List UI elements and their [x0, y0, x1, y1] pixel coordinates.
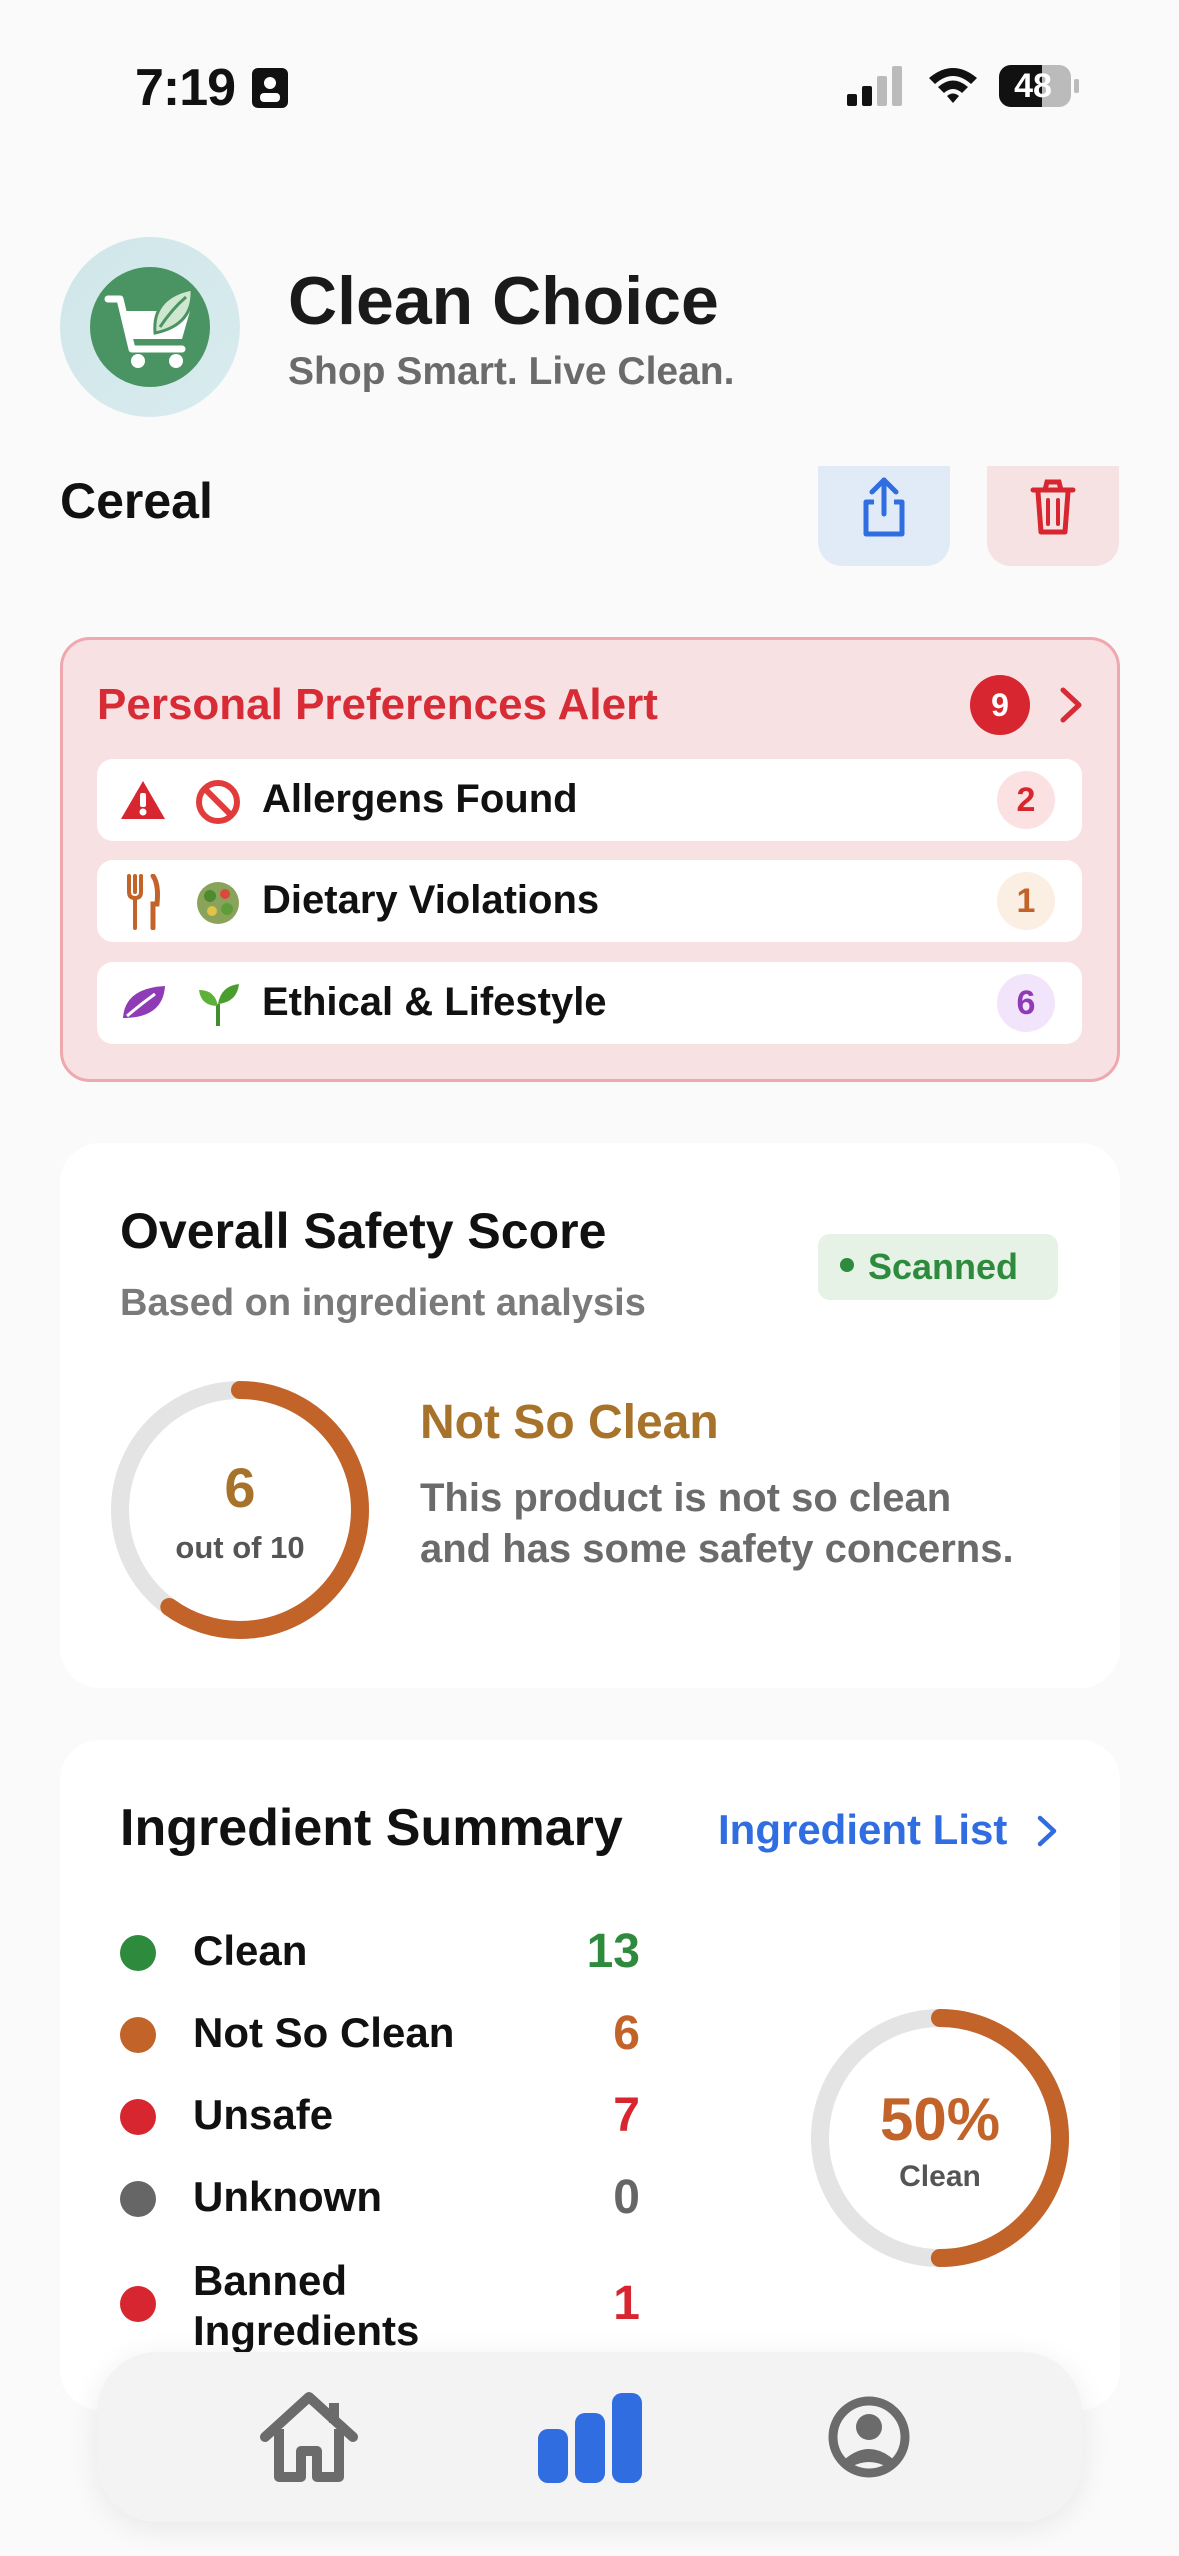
tab-bar	[97, 2352, 1082, 2522]
alert-title: Personal Preferences Alert	[97, 680, 658, 729]
safety-score-value: 6	[224, 1456, 256, 1519]
salad-icon	[197, 882, 239, 924]
safety-subtitle: Based on ingredient analysis	[120, 1282, 646, 1324]
chevron-right-icon[interactable]	[1058, 686, 1084, 724]
summary-row-value: 6	[613, 2007, 640, 2060]
alert-row-ethical[interactable]: Ethical & Lifestyle 6	[97, 962, 1082, 1044]
share-icon	[863, 477, 905, 537]
status-dot	[120, 2181, 156, 2217]
fork-knife-icon	[127, 874, 160, 930]
alert-row-count: 6	[997, 974, 1055, 1032]
status-time: 7:19	[135, 59, 236, 117]
alert-row-count: 1	[997, 872, 1055, 930]
id-card-icon	[252, 68, 288, 108]
summary-row-label: Not So Clean	[193, 2009, 455, 2056]
summary-row-value: 7	[613, 2089, 640, 2142]
prohibited-icon	[196, 780, 240, 824]
safety-score-max: out of 10	[175, 1530, 305, 1565]
scanned-badge: Scanned	[818, 1234, 1058, 1300]
home-icon	[260, 2392, 358, 2482]
summary-row-label: Unsafe	[193, 2091, 334, 2138]
cart-leaf-icon	[90, 267, 210, 387]
battery-level: 48	[1014, 67, 1052, 105]
summary-row-unsafe: Unsafe 7	[120, 2078, 640, 2148]
summary-row-banned: Banned Ingredients 1	[120, 2244, 640, 2354]
clean-percent-value: 50%	[879, 2086, 1001, 2153]
summary-title: Ingredient Summary	[120, 1799, 623, 1857]
app-tagline: Shop Smart. Live Clean.	[288, 350, 735, 393]
product-name: Cereal	[60, 473, 213, 529]
warning-icon	[121, 781, 165, 819]
summary-row-value: 0	[613, 2171, 640, 2224]
alert-row-label: Allergens Found	[262, 777, 578, 821]
app-logo	[60, 237, 240, 417]
safety-status: Not So Clean	[420, 1396, 719, 1449]
alert-row-count: 2	[997, 771, 1055, 829]
profile-icon	[828, 2396, 910, 2478]
delete-button[interactable]	[987, 466, 1119, 566]
status-dot	[120, 1935, 156, 1971]
summary-row-label: Clean	[193, 1927, 308, 1974]
alert-count-badge: 9	[970, 675, 1030, 735]
status-dot	[120, 2286, 156, 2322]
ingredient-list-link[interactable]: Ingredient List	[718, 1806, 1007, 1854]
summary-row-label: Banned Ingredients	[193, 2257, 420, 2354]
summary-row-not-so-clean: Not So Clean 6	[120, 1996, 640, 2066]
stats-icon	[538, 2393, 642, 2483]
seedling-icon	[199, 984, 239, 1026]
status-dot	[840, 1258, 854, 1273]
scanned-label: Scanned	[868, 1246, 1019, 1287]
summary-row-clean: Clean 13	[120, 1914, 640, 1984]
tab-profile[interactable]	[809, 2377, 929, 2497]
app-title: Clean Choice	[288, 263, 719, 339]
trash-icon	[1030, 479, 1076, 535]
tab-home[interactable]	[249, 2377, 369, 2497]
summary-row-value: 13	[586, 1925, 640, 1978]
leaf-icon	[123, 986, 165, 1018]
chevron-right-icon[interactable]	[1036, 1814, 1058, 1848]
safety-title: Overall Safety Score	[120, 1203, 607, 1259]
clean-percent-label: Clean	[899, 2160, 981, 2193]
summary-row-value: 1	[613, 2277, 640, 2330]
alert-row-label: Ethical & Lifestyle	[262, 980, 607, 1024]
alert-row-allergens[interactable]: Allergens Found 2	[97, 759, 1082, 841]
summary-row-label: Unknown	[193, 2173, 382, 2220]
summary-row-unknown: Unknown 0	[120, 2160, 640, 2230]
status-dot	[120, 2017, 156, 2053]
alert-row-label: Dietary Violations	[262, 878, 600, 922]
cellular-signal-icon	[847, 66, 902, 106]
tab-stats[interactable]	[530, 2377, 650, 2497]
safety-description: This product is not so clean and has som…	[420, 1476, 1014, 1571]
share-button[interactable]	[818, 466, 950, 566]
status-dot	[120, 2099, 156, 2135]
wifi-icon	[929, 68, 977, 103]
alert-row-dietary[interactable]: Dietary Violations 1	[97, 860, 1082, 942]
